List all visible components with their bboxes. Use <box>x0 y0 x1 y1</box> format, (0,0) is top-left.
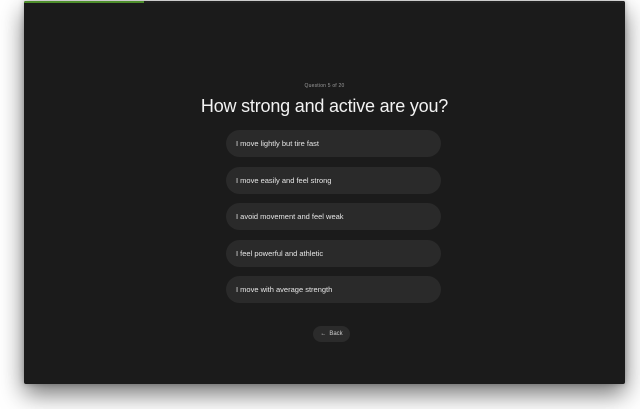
answer-options: I move lightly but tire fast I move easi… <box>226 130 441 313</box>
answer-option[interactable]: I move easily and feel strong <box>226 166 441 194</box>
question-title: How strong and active are you? <box>200 96 449 116</box>
arrow-left-icon: ← <box>320 331 327 337</box>
answer-option-label: I move with average strength <box>236 285 333 294</box>
question-counter: Question 5 of 20 <box>304 83 345 89</box>
answer-option[interactable]: I feel powerful and athletic <box>226 239 441 267</box>
answer-option[interactable]: I move with average strength <box>226 276 441 303</box>
answer-option-label: I move easily and feel strong <box>236 175 332 185</box>
answer-option-label: I avoid movement and feel weak <box>236 212 344 221</box>
answer-option-label: I feel powerful and athletic <box>236 248 324 258</box>
back-button-label: Back <box>329 331 343 337</box>
answer-option-label: I move lightly but tire fast <box>236 139 319 148</box>
back-button[interactable]: ← Back <box>313 326 350 342</box>
answer-option[interactable]: I avoid movement and feel weak <box>226 203 441 230</box>
quiz-window: Question 5 of 20 How strong and active a… <box>24 1 625 384</box>
quiz-content: Question 5 of 20 How strong and active a… <box>24 1 625 384</box>
answer-option[interactable]: I move lightly but tire fast <box>226 130 441 157</box>
